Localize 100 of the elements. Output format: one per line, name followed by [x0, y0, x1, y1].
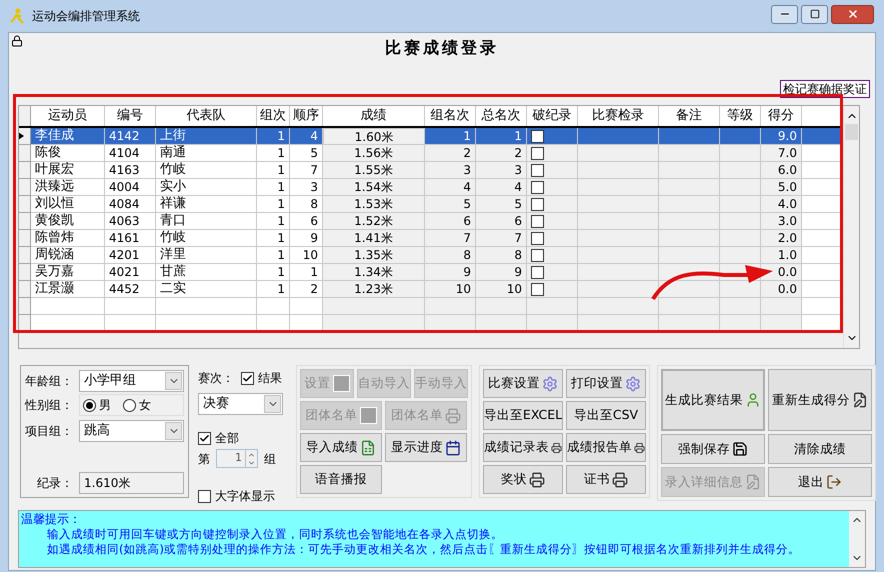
column-header[interactable]: 总名次 — [476, 106, 527, 126]
column-header[interactable]: 成绩 — [323, 106, 425, 126]
table-cell[interactable]: 1.60米 — [323, 128, 425, 145]
column-header[interactable]: 组次 — [257, 106, 290, 126]
voice-broadcast-button[interactable]: 语音播报 — [300, 465, 382, 494]
table-cell: 实小 — [156, 179, 257, 196]
record-checkbox[interactable] — [531, 164, 544, 176]
column-header[interactable]: 代表队 — [156, 106, 257, 126]
table-cell: 周锐涵 — [31, 247, 105, 264]
event-select[interactable]: 跳高 — [79, 420, 184, 442]
table-row[interactable]: 洪臻远 4004 实小 1 3 1.54米 4 4 5.0 — [19, 179, 843, 196]
column-header[interactable]: 备注 — [659, 106, 720, 126]
lock-icon[interactable] — [11, 35, 23, 47]
certificate-button[interactable]: 证书 — [566, 465, 646, 494]
record-checkbox[interactable] — [531, 198, 544, 210]
table-row[interactable]: 黄俊凯 4063 青口 1 6 1.52米 6 6 3.0 — [19, 213, 843, 230]
hint-scrollbar[interactable] — [849, 511, 865, 567]
column-header[interactable]: 等级 — [720, 106, 761, 126]
table-row[interactable]: 李佳成 4142 上街 1 4 1.60米 1 1 9.0 — [19, 128, 843, 145]
record-checkbox[interactable] — [531, 214, 544, 228]
exit-button[interactable]: 退出 — [768, 467, 872, 497]
user-icon — [745, 392, 761, 408]
export-csv-button[interactable]: 导出至CSV — [566, 401, 646, 430]
record-checkbox[interactable] — [531, 130, 544, 142]
table-cell[interactable]: 1.52米 — [323, 213, 425, 230]
table-row[interactable]: 陈曾炜 4161 竹岐 1 9 1.41米 7 7 2.0 — [19, 230, 843, 247]
group-spinner[interactable]: 1 — [216, 449, 258, 468]
clear-results-button[interactable]: 清除成绩 — [768, 434, 872, 464]
table-cell — [659, 281, 720, 298]
regenerate-scores-button[interactable]: 重新生成得分 — [768, 369, 872, 431]
import-results-button[interactable]: 导入成绩 — [300, 433, 382, 462]
table-row[interactable]: 刘以恒 4084 祥谦 1 8 1.53米 5 5 4.0 — [19, 196, 843, 213]
record-checkbox[interactable] — [531, 180, 544, 194]
table-cell — [720, 196, 761, 213]
record-checkbox[interactable] — [531, 248, 544, 262]
table-row[interactable]: 吴万嘉 4021 甘蔗 1 1 1.34米 9 9 0.0 — [19, 264, 843, 281]
table-cell[interactable]: 1.54米 — [323, 179, 425, 196]
large-font-checkbox[interactable] — [198, 490, 211, 502]
table-cell[interactable]: 1.56米 — [323, 145, 425, 162]
close-button[interactable] — [831, 4, 874, 24]
column-header[interactable]: 组名次 — [425, 106, 476, 126]
print-settings-button[interactable]: 打印设置 — [566, 369, 646, 398]
table-cell[interactable]: 1.23米 — [323, 281, 425, 298]
window-title: 运动会编排管理系统 — [32, 8, 141, 25]
radio-button[interactable] — [83, 398, 96, 412]
table-cell — [720, 247, 761, 264]
result-checkbox[interactable] — [241, 372, 254, 384]
round-select[interactable]: 决赛 — [198, 393, 283, 415]
table-cell: 2 — [476, 145, 527, 162]
table-cell[interactable]: 1.41米 — [323, 230, 425, 247]
column-header[interactable]: 得分 — [761, 106, 802, 126]
record-checkbox[interactable] — [531, 282, 544, 296]
record-checkbox[interactable] — [531, 266, 544, 278]
table-row[interactable]: 江景灏 4452 二实 1 2 1.23米 10 10 0.0 — [19, 281, 843, 298]
report-sheet-button[interactable]: 成绩报告单 — [566, 433, 646, 462]
table-cell: 8 — [425, 247, 476, 264]
close-icon — [846, 8, 858, 20]
table-cell: 黄俊凯 — [31, 213, 105, 230]
match-settings-button[interactable]: 比赛设置 — [483, 369, 563, 398]
award-button[interactable]: 奖状 — [483, 465, 563, 494]
table-cell: 4 — [425, 179, 476, 196]
table-cell: 0.0 — [761, 264, 802, 281]
all-groups-checkbox[interactable] — [198, 432, 211, 444]
table-row[interactable]: 周锐涵 4201 洋里 1 10 1.35米 8 8 1.0 — [19, 247, 843, 264]
scrollbar-thumb[interactable] — [845, 124, 858, 140]
table-cell[interactable]: 1.35米 — [323, 247, 425, 264]
results-sheet-button[interactable]: 成绩记录表 — [483, 433, 563, 462]
table-cell: 4.0 — [761, 196, 802, 213]
radio-button[interactable] — [123, 398, 136, 412]
column-header[interactable]: 比赛检录 — [578, 106, 659, 126]
table-cell: 甘蔗 — [156, 264, 257, 281]
column-header[interactable]: 编号 — [105, 106, 156, 126]
generate-results-button[interactable]: 生成比赛结果 — [661, 369, 765, 431]
table-cell: 9 — [476, 264, 527, 281]
export-excel-button[interactable]: 导出至EXCEL — [483, 401, 563, 430]
show-progress-button[interactable]: 显示进度 — [385, 433, 467, 462]
vertical-scrollbar[interactable] — [843, 106, 859, 348]
record-checkbox[interactable] — [531, 146, 544, 160]
table-cell — [802, 230, 843, 247]
table-row[interactable]: 陈俊 4104 南通 1 5 1.56米 2 2 7.0 — [19, 145, 843, 162]
table-cell: 4084 — [105, 196, 156, 213]
table-cell: 4 — [290, 128, 323, 145]
square-icon — [360, 407, 376, 424]
table-row[interactable]: 叶展宏 4163 竹岐 1 7 1.55米 3 3 6.0 — [19, 162, 843, 179]
maximize-button[interactable] — [801, 4, 828, 24]
table-cell — [802, 264, 843, 281]
table-cell: 5.0 — [761, 179, 802, 196]
age-group-select[interactable]: 小学甲组 — [79, 370, 184, 392]
table-cell[interactable]: 1.53米 — [323, 196, 425, 213]
field-label: 性别组： — [25, 397, 74, 414]
column-header[interactable]: 顺序 — [290, 106, 323, 126]
column-header[interactable]: 运动员 — [31, 106, 105, 126]
column-header[interactable]: 破纪录 — [527, 106, 578, 126]
record-field[interactable]: 1.610米 — [79, 472, 184, 494]
table-cell — [720, 179, 761, 196]
table-cell: 2 — [425, 145, 476, 162]
force-save-button[interactable]: 强制保存 — [661, 434, 765, 464]
table-cell[interactable]: 1.34米 — [323, 264, 425, 281]
record-checkbox[interactable] — [531, 232, 544, 244]
table-cell[interactable]: 1.55米 — [323, 162, 425, 179]
